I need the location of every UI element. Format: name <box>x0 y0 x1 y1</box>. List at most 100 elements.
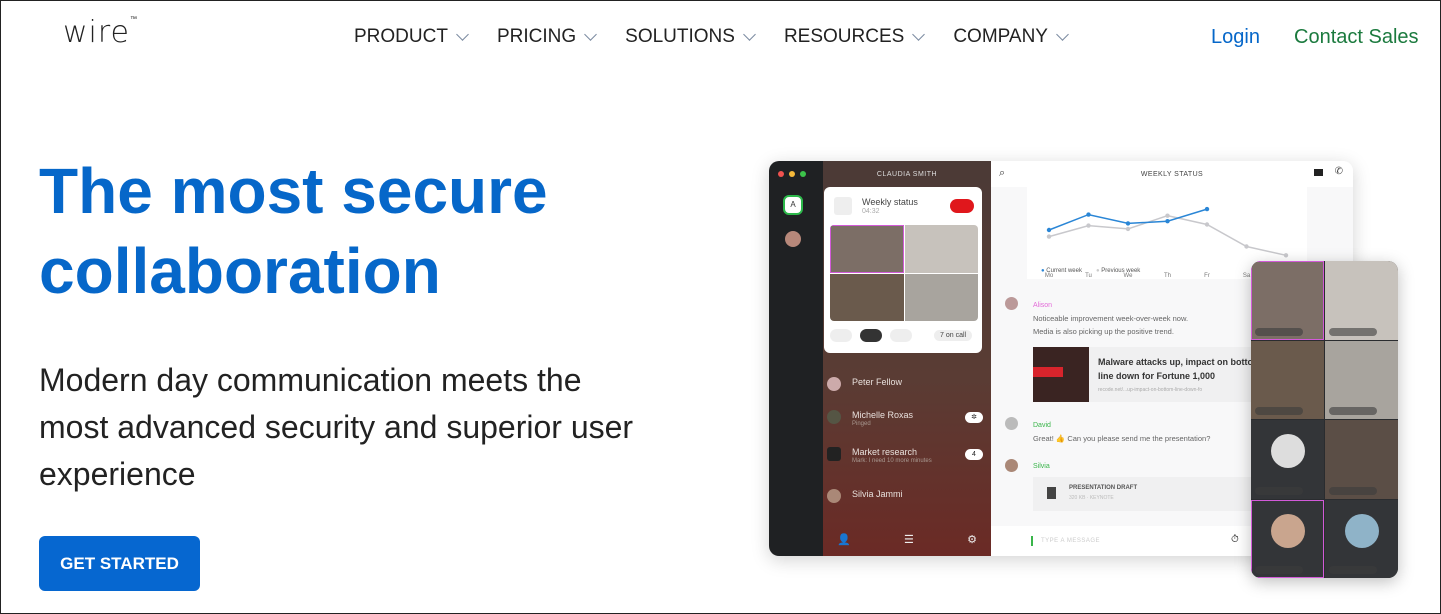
link-url: recode.net/...up-impact-on-bottom-line-d… <box>1098 387 1203 393</box>
app-mockup-phone <box>1251 261 1398 578</box>
current-week-point <box>1125 221 1131 226</box>
avatar <box>827 489 841 503</box>
window-controls <box>778 171 806 177</box>
previous-week-point <box>1086 223 1091 228</box>
conv-status: Mark: I need 10 more minutes <box>852 458 932 464</box>
previous-week-point <box>1165 213 1170 218</box>
call-title: Weekly status <box>862 197 918 207</box>
previous-week-point <box>1204 222 1210 227</box>
hang-up-icon <box>950 199 974 213</box>
list-item: Silvia Jammi <box>823 485 991 523</box>
call-controls: 7 on call <box>830 329 973 342</box>
previous-week-point <box>1046 234 1052 239</box>
avatar <box>827 410 841 424</box>
file-name: PRESENTATION DRAFT <box>1069 485 1138 491</box>
nav-company[interactable]: COMPANY <box>953 26 1069 48</box>
video-call-icon <box>1314 169 1323 176</box>
list-item: Market research Mark: I need 10 more minu… <box>823 443 991 481</box>
current-week-point <box>1086 212 1091 217</box>
unread-badge: 4 <box>965 449 983 460</box>
video-tile <box>904 273 978 321</box>
conv-name: Silvia Jammi <box>852 489 903 499</box>
nav-product[interactable]: PRODUCT <box>354 26 469 48</box>
message-author: Silvia <box>1033 463 1050 470</box>
main-menu: PRODUCT PRICING SOLUTIONS RESOURCES COMP… <box>354 26 1097 48</box>
conv-name: Michelle Roxas <box>852 410 914 420</box>
video-tile <box>1251 340 1324 419</box>
chart-legend: ● Current week ● Previous week <box>1041 268 1140 274</box>
nav-solutions[interactable]: SOLUTIONS <box>625 26 756 48</box>
previous-week-point <box>1283 253 1289 258</box>
get-started-button[interactable]: GET STARTED <box>39 536 200 591</box>
avatar <box>1005 297 1018 310</box>
video-tile <box>1325 340 1398 419</box>
legend-previous: ● Previous week <box>1095 268 1141 274</box>
group-icon <box>834 197 852 215</box>
wire-logo[interactable]: wire™ <box>63 15 138 50</box>
contact-sales-link[interactable]: Contact Sales <box>1294 26 1419 49</box>
phone-icon: ✆ <box>1334 166 1343 177</box>
on-call-count: 7 on call <box>934 330 973 341</box>
avatar <box>1005 417 1018 430</box>
day-tick: Fr <box>1204 273 1210 279</box>
nav-pricing[interactable]: PRICING <box>497 26 598 48</box>
avatar <box>1005 459 1018 472</box>
video-tile <box>1325 499 1398 578</box>
link-thumbnail <box>1033 347 1089 402</box>
message-text: Noticeable improvement week-over-week no… <box>1033 314 1189 323</box>
panel-title: CLAUDIA SMITH <box>876 171 938 178</box>
video-tile <box>1325 261 1398 340</box>
call-time: 04:32 <box>862 208 880 215</box>
gear-icon: ⚙ <box>967 534 977 546</box>
call-card: Weekly status 04:32 7 on call <box>824 187 982 353</box>
message-author: David <box>1033 422 1051 429</box>
mute-icon <box>830 329 852 342</box>
nav-resources[interactable]: RESOURCES <box>784 26 926 48</box>
video-tile <box>1251 420 1324 499</box>
video-tile <box>1325 420 1398 499</box>
archive-icon: ☰ <box>903 534 914 546</box>
legend-current: ● Current week <box>1041 268 1082 274</box>
file-attachment: PRESENTATION DRAFT 320 KB · KEYNOTE <box>1033 477 1273 511</box>
list-item: Michelle Roxas Pinged ✲ <box>823 406 991 444</box>
message: Alison Noticeable improvement week-over-w… <box>1033 299 1188 338</box>
people-icon: 👤 <box>837 534 851 546</box>
video-grid <box>830 225 978 321</box>
panel-footer: 👤 ☰ ⚙ <box>823 533 991 546</box>
day-tick: Th <box>1164 273 1171 279</box>
group-icon <box>827 447 841 461</box>
screenshare-icon <box>890 329 912 342</box>
previous-week-point <box>1244 244 1249 249</box>
video-tile <box>830 225 904 273</box>
message-text: Media is also picking up the positive tr… <box>1033 327 1174 336</box>
hero-subtitle: Modern day communication meets the most … <box>39 362 634 492</box>
ping-icon: ✲ <box>965 412 983 423</box>
video-tile <box>830 273 904 321</box>
avatar <box>785 231 801 247</box>
main-title: WEEKLY STATUS <box>1140 171 1204 178</box>
conv-name: Peter Fellow <box>852 377 903 387</box>
file-meta: 320 KB · KEYNOTE <box>1069 495 1114 501</box>
video-icon <box>860 329 882 342</box>
top-nav: wire™ PRODUCT PRICING SOLUTIONS RESOURCE… <box>1 1 1440 73</box>
login-link[interactable]: Login <box>1211 26 1260 49</box>
chevron-down-icon <box>584 27 598 41</box>
chevron-down-icon <box>456 27 469 41</box>
video-tile <box>904 225 978 273</box>
conv-status: Pinged <box>852 421 871 427</box>
main-header: ⌕ WEEKLY STATUS ✆ <box>991 161 1353 187</box>
day-tick: Sa <box>1243 273 1251 279</box>
current-week-point <box>1046 227 1052 233</box>
video-tile <box>1251 261 1324 340</box>
timer-icon: ⏱ <box>1231 534 1239 545</box>
hero-title: The most secure collaboration <box>39 155 548 307</box>
link-preview: Malware attacks up, impact on bottom lin… <box>1033 347 1273 402</box>
current-week-point <box>1165 219 1170 224</box>
team-icon: A <box>783 195 803 215</box>
message-author: Alison <box>1033 302 1053 309</box>
video-tile <box>1251 499 1324 578</box>
message: Silvia <box>1033 460 1050 473</box>
chevron-down-icon <box>1056 27 1069 41</box>
current-week-point <box>1204 206 1210 212</box>
input-placeholder: TYPE A MESSAGE <box>1041 538 1101 544</box>
